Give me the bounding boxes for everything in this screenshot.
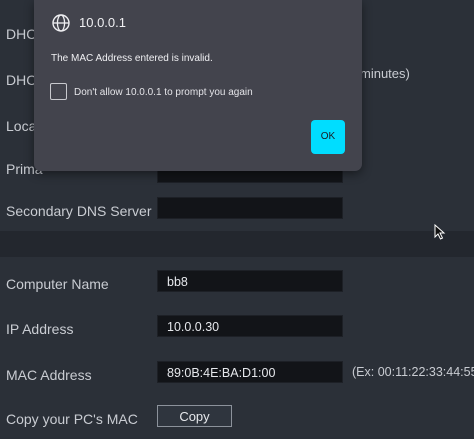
computer-name-field[interactable]: bb8 — [157, 270, 343, 292]
secondary-dns-row: Secondary DNS Server — [0, 197, 474, 227]
mac-address-row: MAC Address 89:0B:4E:BA:D1:00 (Ex: 00:11… — [0, 361, 474, 391]
mac-address-hint: (Ex: 00:11:22:33:44:55) — [352, 365, 474, 379]
dialog-origin: 10.0.0.1 — [79, 15, 126, 30]
ip-address-field[interactable]: 10.0.0.30 — [157, 315, 343, 337]
ip-address-row: IP Address 10.0.0.30 — [0, 315, 474, 345]
mac-address-field[interactable]: 89:0B:4E:BA:D1:00 — [157, 361, 343, 383]
mouse-cursor-icon — [434, 224, 446, 240]
computer-name-label: Computer Name — [6, 276, 109, 292]
globe-icon — [52, 14, 70, 32]
dhcp-lease-hint: minutes) — [360, 66, 410, 81]
ok-button[interactable]: OK — [311, 120, 345, 154]
computer-name-row: Computer Name bb8 — [0, 270, 474, 300]
secondary-dns-label: Secondary DNS Server — [6, 203, 152, 219]
suppress-prompts-label[interactable]: Don't allow 10.0.0.1 to prompt you again — [74, 87, 253, 98]
section-separator — [0, 231, 474, 257]
copy-mac-row: Copy your PC's MAC Copy — [0, 405, 474, 439]
dialog-message: The MAC Address entered is invalid. — [51, 53, 213, 64]
ip-address-label: IP Address — [6, 321, 74, 337]
alert-dialog: 10.0.0.1 The MAC Address entered is inva… — [34, 0, 362, 171]
secondary-dns-field[interactable] — [157, 197, 343, 219]
copy-mac-button[interactable]: Copy — [157, 405, 232, 427]
copy-mac-label: Copy your PC's MAC — [6, 411, 138, 427]
mac-address-label: MAC Address — [6, 367, 92, 383]
suppress-prompts-checkbox[interactable] — [50, 83, 67, 100]
